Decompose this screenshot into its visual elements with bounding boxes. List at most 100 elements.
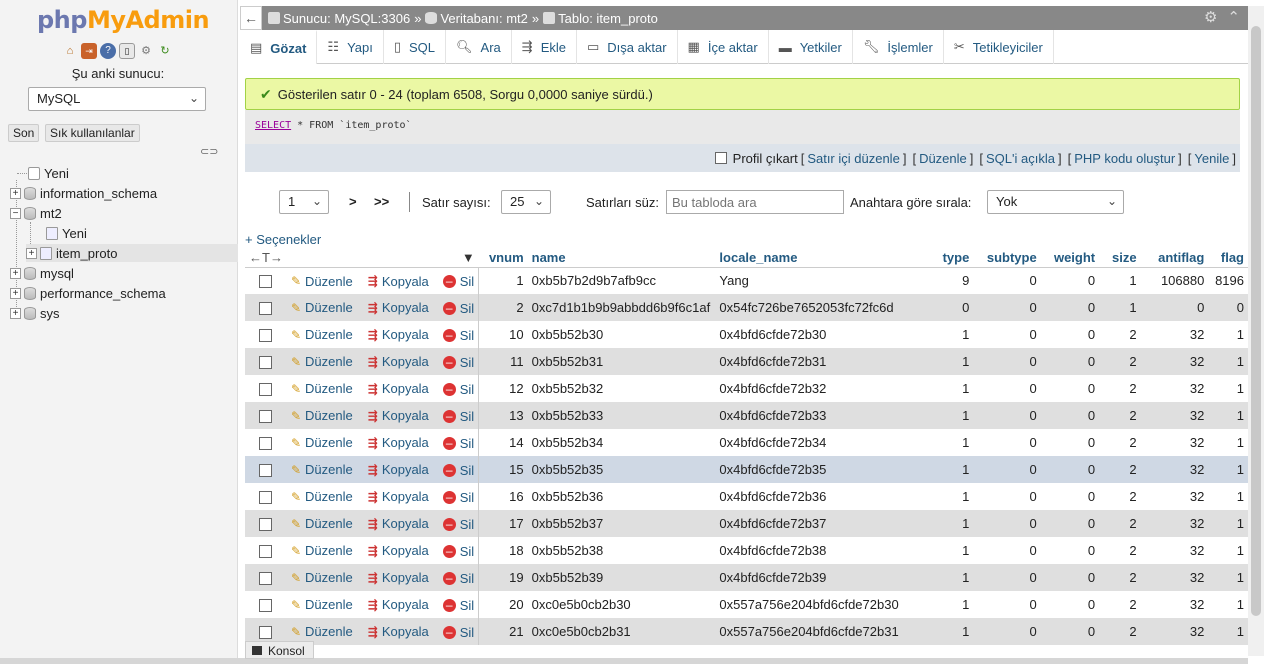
cell-size[interactable]: 2	[1099, 375, 1141, 402]
cell-antiflag[interactable]: 32	[1140, 510, 1209, 537]
reload-icon[interactable]: ↻	[157, 43, 173, 59]
filter-rows-input[interactable]	[666, 190, 844, 214]
cell-flag[interactable]: 1	[1208, 429, 1248, 456]
phpmyadmin-logo[interactable]: phpMyAdmin	[37, 6, 210, 34]
cell-name[interactable]: 0xb5b52b38	[527, 537, 716, 564]
cell-size[interactable]: 1	[1099, 267, 1141, 294]
cell-antiflag[interactable]: 32	[1140, 591, 1209, 618]
edit-row-button[interactable]: ✎ Düzenle	[291, 327, 353, 342]
cell-name[interactable]: 0xb5b52b33	[527, 402, 716, 429]
cell-locale-name[interactable]: 0x4bfd6cfde72b32	[715, 375, 929, 402]
inline-edit-link[interactable]: Satır içi düzenle	[807, 151, 900, 166]
cell-name[interactable]: 0xb5b7b2d9b7afb9cc	[527, 267, 716, 294]
cell-subtype[interactable]: 0	[973, 591, 1041, 618]
cell-flag[interactable]: 1	[1208, 510, 1248, 537]
row-checkbox[interactable]	[259, 518, 273, 532]
rows-per-page-select[interactable]: 25 ⌄	[501, 190, 551, 214]
cell-subtype[interactable]: 0	[973, 294, 1041, 321]
table-row[interactable]: ✎ Düzenle ⇶ Kopyala – Sil 16 0xb5b52b36 0x4bfd6c…	[245, 483, 1248, 510]
edit-row-button[interactable]: ✎ Düzenle	[291, 597, 353, 612]
cell-weight[interactable]: 0	[1040, 564, 1100, 591]
cell-weight[interactable]: 0	[1040, 591, 1100, 618]
column-header-subtype[interactable]: subtype	[973, 248, 1041, 268]
help-icon[interactable]: ?	[100, 43, 116, 59]
cell-size[interactable]: 2	[1099, 564, 1141, 591]
explain-sql-link[interactable]: SQL'i açıkla	[986, 151, 1055, 166]
cell-antiflag[interactable]: 32	[1140, 429, 1209, 456]
cell-weight[interactable]: 0	[1040, 402, 1100, 429]
cell-vnum[interactable]: 11	[478, 348, 528, 375]
cell-weight[interactable]: 0	[1040, 510, 1100, 537]
table-row[interactable]: ✎ Düzenle ⇶ Kopyala – Sil 12 0xb5b52b32 0x4bfd6c…	[245, 375, 1248, 402]
next-page-button[interactable]: >	[349, 194, 357, 209]
row-checkbox[interactable]	[259, 545, 273, 559]
tab-export[interactable]: ▭ Dışa aktar	[577, 30, 678, 64]
cell-subtype[interactable]: 0	[973, 537, 1041, 564]
edit-row-button[interactable]: ✎ Düzenle	[291, 543, 353, 558]
vertical-scrollbar[interactable]	[1248, 6, 1264, 656]
row-checkbox[interactable]	[259, 356, 273, 370]
favorite-tables-button[interactable]: Sık kullanılanlar	[45, 124, 140, 142]
cell-subtype[interactable]: 0	[973, 375, 1041, 402]
delete-row-button[interactable]: – Sil	[442, 490, 474, 505]
cell-name[interactable]: 0xb5b52b35	[527, 456, 716, 483]
cell-vnum[interactable]: 14	[478, 429, 528, 456]
tab-triggers[interactable]: ✂ Tetikleyiciler	[944, 30, 1054, 64]
edit-row-button[interactable]: ✎ Düzenle	[291, 408, 353, 423]
edit-row-button[interactable]: ✎ Düzenle	[291, 381, 353, 396]
cell-subtype[interactable]: 0	[973, 483, 1041, 510]
tree-item-mysql[interactable]: + mysql	[10, 264, 74, 282]
cell-antiflag[interactable]: 32	[1140, 618, 1209, 645]
cell-subtype[interactable]: 0	[973, 402, 1041, 429]
cell-subtype[interactable]: 0	[973, 429, 1041, 456]
copy-row-button[interactable]: ⇶ Kopyala	[368, 597, 429, 612]
row-checkbox[interactable]	[259, 302, 273, 316]
delete-row-button[interactable]: – Sil	[442, 598, 474, 613]
cell-vnum[interactable]: 16	[478, 483, 528, 510]
copy-row-button[interactable]: ⇶ Kopyala	[368, 516, 429, 531]
delete-row-button[interactable]: – Sil	[442, 409, 474, 424]
cell-antiflag[interactable]: 32	[1140, 375, 1209, 402]
cell-vnum[interactable]: 10	[478, 321, 528, 348]
cell-antiflag[interactable]: 106880	[1140, 267, 1209, 294]
last-page-button[interactable]: >>	[374, 194, 389, 209]
cell-size[interactable]: 2	[1099, 348, 1141, 375]
copy-row-button[interactable]: ⇶ Kopyala	[368, 489, 429, 504]
cell-vnum[interactable]: 12	[478, 375, 528, 402]
cell-type[interactable]: 9	[928, 267, 974, 294]
cell-name[interactable]: 0xb5b52b34	[527, 429, 716, 456]
row-checkbox[interactable]	[259, 329, 273, 343]
cell-subtype[interactable]: 0	[973, 456, 1041, 483]
cell-name[interactable]: 0xb5b52b30	[527, 321, 716, 348]
cell-weight[interactable]: 0	[1040, 321, 1100, 348]
breadcrumb-database[interactable]: Veritabanı: mt2	[425, 11, 528, 26]
tab-privileges[interactable]: ▬ Yetkiler	[769, 30, 853, 64]
cell-flag[interactable]: 1	[1208, 375, 1248, 402]
cell-antiflag[interactable]: 32	[1140, 456, 1209, 483]
options-toggle[interactable]: + Seçenekler	[245, 232, 321, 247]
cell-antiflag[interactable]: 32	[1140, 402, 1209, 429]
page-select[interactable]: 1 ⌄	[279, 190, 329, 214]
edit-row-button[interactable]: ✎ Düzenle	[291, 354, 353, 369]
copy-row-button[interactable]: ⇶ Kopyala	[368, 570, 429, 585]
column-header-antiflag[interactable]: antiflag	[1140, 248, 1209, 268]
cell-weight[interactable]: 0	[1040, 267, 1100, 294]
scrollbar-thumb[interactable]	[1251, 26, 1261, 616]
cell-locale-name[interactable]: 0x4bfd6cfde72b38	[715, 537, 929, 564]
cell-weight[interactable]: 0	[1040, 618, 1100, 645]
cell-flag[interactable]: 1	[1208, 483, 1248, 510]
cell-size[interactable]: 2	[1099, 429, 1141, 456]
cell-antiflag[interactable]: 0	[1140, 294, 1209, 321]
cell-antiflag[interactable]: 32	[1140, 348, 1209, 375]
expand-icon[interactable]: +	[26, 247, 37, 259]
horizontal-scrollbar[interactable]	[0, 658, 1248, 664]
copy-row-button[interactable]: ⇶ Kopyala	[368, 300, 429, 315]
cell-type[interactable]: 1	[928, 591, 974, 618]
cell-locale-name[interactable]: 0x54fc726be7652053fc72fc6d	[715, 294, 929, 321]
cell-size[interactable]: 2	[1099, 510, 1141, 537]
column-header-name[interactable]: name	[527, 248, 716, 268]
table-row[interactable]: ✎ Düzenle ⇶ Kopyala – Sil 11 0xb5b52b31 0x4bfd6c…	[245, 348, 1248, 375]
column-resize-handle[interactable]: ←T→	[245, 248, 287, 268]
cell-type[interactable]: 1	[928, 456, 974, 483]
cell-type[interactable]: 1	[928, 429, 974, 456]
